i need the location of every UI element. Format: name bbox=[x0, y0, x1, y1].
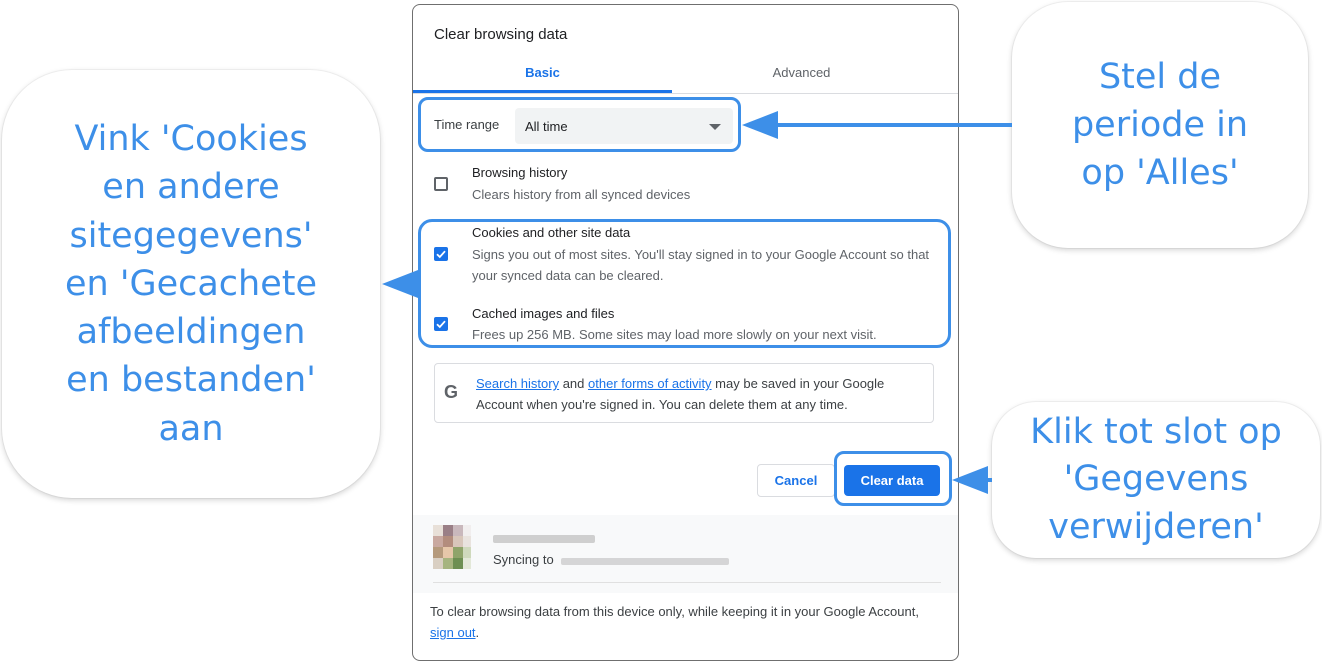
arrow-clear-data-icon bbox=[952, 466, 992, 494]
arrow-time-range-icon bbox=[742, 111, 1012, 139]
arrow-left-icon bbox=[382, 270, 418, 298]
annotation-arrows bbox=[382, 111, 1012, 494]
